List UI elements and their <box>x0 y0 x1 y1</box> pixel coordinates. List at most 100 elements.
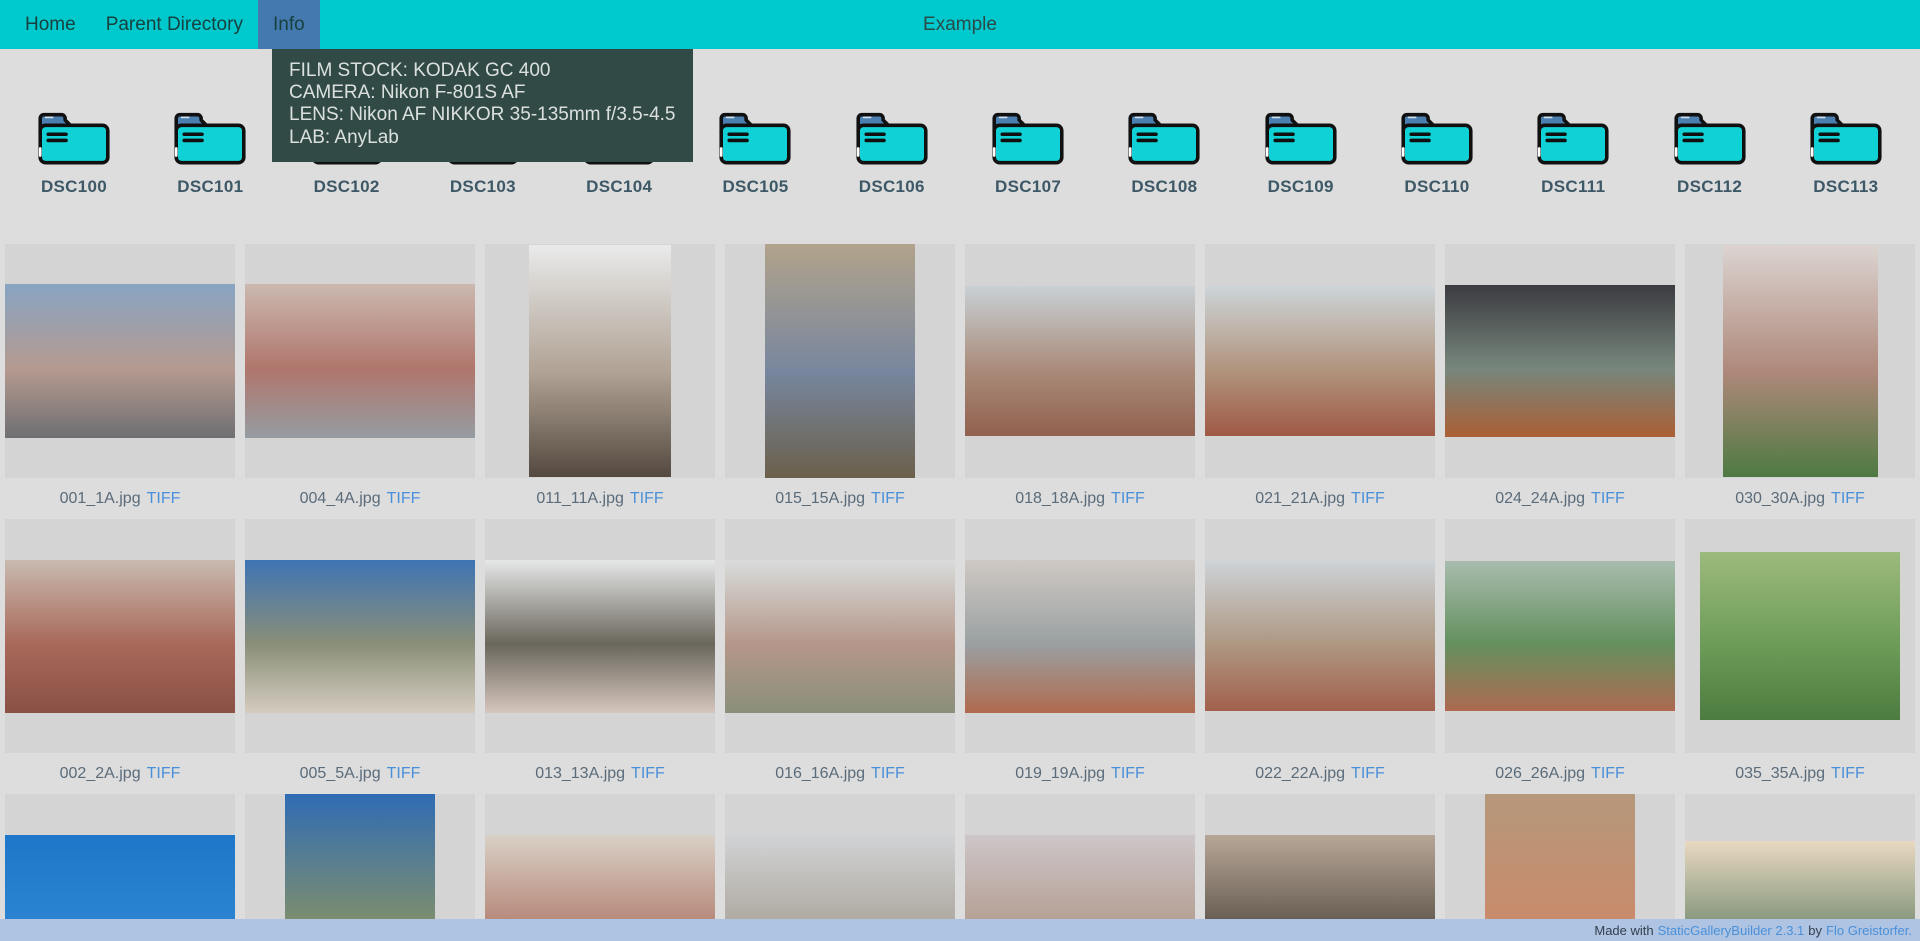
photo-filename: 013_13A.jpg <box>535 765 625 783</box>
photo-card[interactable] <box>965 519 1195 753</box>
tiff-link[interactable]: TIFF <box>387 490 421 508</box>
photo-filename: 024_24A.jpg <box>1495 490 1585 508</box>
tiff-link[interactable]: TIFF <box>147 490 181 508</box>
folder-item[interactable]: DSC110 <box>1389 104 1485 197</box>
tiff-link[interactable]: TIFF <box>387 765 421 783</box>
photo-filename: 018_18A.jpg <box>1015 490 1105 508</box>
photo-card[interactable] <box>1685 244 1915 478</box>
photo-card[interactable] <box>725 244 955 478</box>
photo-cell: 035_35A.jpg TIFF <box>1685 519 1915 794</box>
info-tooltip: FILM STOCK: KODAK GC 400 CAMERA: Nikon F… <box>272 49 693 162</box>
photo-caption: 005_5A.jpg TIFF <box>245 753 475 794</box>
tiff-link[interactable]: TIFF <box>1831 765 1865 783</box>
photo-thumbnail[interactable] <box>485 560 715 713</box>
photo-thumbnail[interactable] <box>1445 561 1675 711</box>
photo-filename: 026_26A.jpg <box>1495 765 1585 783</box>
photo-thumbnail[interactable] <box>245 560 475 713</box>
folder-label: DSC109 <box>1268 177 1334 197</box>
photo-thumbnail[interactable] <box>1723 245 1878 477</box>
photo-card[interactable] <box>5 519 235 753</box>
photo-cell: 015_15A.jpg TIFF <box>725 244 955 519</box>
photo-card[interactable] <box>1445 244 1675 478</box>
photo-thumbnail[interactable] <box>245 284 475 438</box>
photo-cell: 011_11A.jpg TIFF <box>485 244 715 519</box>
folder-item[interactable]: DSC108 <box>1116 104 1212 197</box>
photo-filename: 004_4A.jpg <box>300 490 381 508</box>
folder-item[interactable]: DSC101 <box>162 104 258 197</box>
photo-thumbnail[interactable] <box>1205 286 1435 436</box>
photo-card[interactable] <box>965 244 1195 478</box>
tiff-link[interactable]: TIFF <box>1111 765 1145 783</box>
folder-label: DSC101 <box>177 177 243 197</box>
tooltip-film-stock: FILM STOCK: KODAK GC 400 <box>289 60 676 82</box>
folder-icon <box>1667 104 1753 168</box>
folder-item[interactable]: DSC113 <box>1798 104 1894 197</box>
folder-item[interactable]: DSC107 <box>980 104 1076 197</box>
footer-by: by <box>1808 923 1822 938</box>
folder-item[interactable]: DSC109 <box>1253 104 1349 197</box>
photo-thumbnail[interactable] <box>5 560 235 713</box>
folder-item[interactable]: DSC106 <box>844 104 940 197</box>
photo-caption: 002_2A.jpg TIFF <box>5 753 235 794</box>
photo-card[interactable] <box>485 244 715 478</box>
footer-builder-link[interactable]: StaticGalleryBuilder 2.3.1 <box>1658 923 1805 938</box>
folder-icon <box>1394 104 1480 168</box>
folder-item[interactable]: DSC112 <box>1662 104 1758 197</box>
photo-card[interactable] <box>5 244 235 478</box>
nav-link-home[interactable]: Home <box>10 0 91 49</box>
photo-filename: 021_21A.jpg <box>1255 490 1345 508</box>
photo-filename: 016_16A.jpg <box>775 765 865 783</box>
photo-filename: 030_30A.jpg <box>1735 490 1825 508</box>
tiff-link[interactable]: TIFF <box>871 765 905 783</box>
photo-caption: 035_35A.jpg TIFF <box>1685 753 1915 794</box>
photo-thumbnail[interactable] <box>965 286 1195 436</box>
tiff-link[interactable]: TIFF <box>1831 490 1865 508</box>
tiff-link[interactable]: TIFF <box>1351 765 1385 783</box>
photo-thumbnail[interactable] <box>1445 285 1675 437</box>
folder-item[interactable]: DSC105 <box>707 104 803 197</box>
folder-label: DSC100 <box>41 177 107 197</box>
folder-item[interactable]: DSC100 <box>26 104 122 197</box>
photo-card[interactable] <box>1205 519 1435 753</box>
photo-card[interactable] <box>1685 519 1915 753</box>
photo-thumbnail[interactable] <box>1700 552 1900 720</box>
photo-thumbnail[interactable] <box>1205 561 1435 711</box>
photo-caption: 013_13A.jpg TIFF <box>485 753 715 794</box>
photo-cell: 030_30A.jpg TIFF <box>1685 244 1915 519</box>
folder-item[interactable]: DSC111 <box>1525 104 1621 197</box>
photo-caption: 004_4A.jpg TIFF <box>245 478 475 519</box>
photo-thumbnail[interactable] <box>965 560 1195 713</box>
folder-icon <box>1121 104 1207 168</box>
tiff-link[interactable]: TIFF <box>631 765 665 783</box>
photo-caption: 026_26A.jpg TIFF <box>1445 753 1675 794</box>
folder-label: DSC112 <box>1677 177 1742 197</box>
photo-card[interactable] <box>245 244 475 478</box>
folder-label: DSC104 <box>586 177 652 197</box>
tiff-link[interactable]: TIFF <box>147 765 181 783</box>
nav-link-parent-directory[interactable]: Parent Directory <box>91 0 258 49</box>
photo-caption: 030_30A.jpg TIFF <box>1685 478 1915 519</box>
tiff-link[interactable]: TIFF <box>630 490 664 508</box>
folder-label: DSC113 <box>1813 177 1878 197</box>
photo-filename: 015_15A.jpg <box>775 490 865 508</box>
photo-card[interactable] <box>725 519 955 753</box>
tiff-link[interactable]: TIFF <box>1591 765 1625 783</box>
photo-cell: 026_26A.jpg TIFF <box>1445 519 1675 794</box>
tooltip-lens: LENS: Nikon AF NIKKOR 35-135mm f/3.5-4.5 <box>289 104 676 126</box>
photo-thumbnail[interactable] <box>765 244 915 478</box>
photo-thumbnail[interactable] <box>529 245 671 477</box>
nav-tab-info[interactable]: Info <box>258 0 320 49</box>
photo-card[interactable] <box>1205 244 1435 478</box>
tiff-link[interactable]: TIFF <box>1111 490 1145 508</box>
photo-card[interactable] <box>1445 519 1675 753</box>
photo-card[interactable] <box>485 519 715 753</box>
photo-card[interactable] <box>245 519 475 753</box>
tiff-link[interactable]: TIFF <box>1351 490 1385 508</box>
tiff-link[interactable]: TIFF <box>1591 490 1625 508</box>
photo-caption: 021_21A.jpg TIFF <box>1205 478 1435 519</box>
tiff-link[interactable]: TIFF <box>871 490 905 508</box>
photo-thumbnail[interactable] <box>5 284 235 438</box>
footer-author-link[interactable]: Flo Greistorfer. <box>1826 923 1912 938</box>
folder-label: DSC111 <box>1541 177 1605 197</box>
photo-thumbnail[interactable] <box>725 560 955 713</box>
